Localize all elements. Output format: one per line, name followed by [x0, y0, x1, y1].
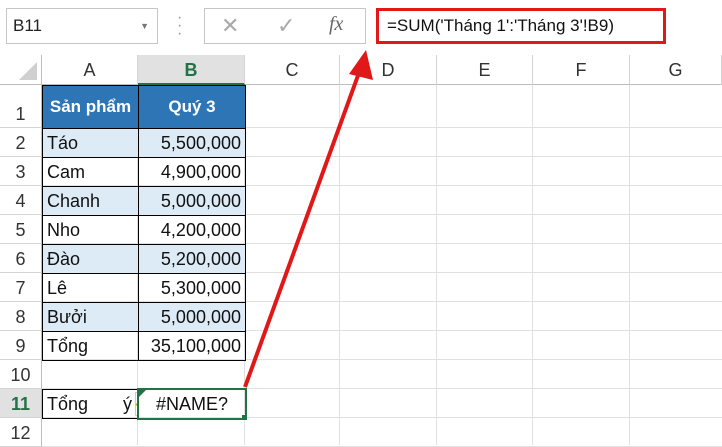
annotation-arrow — [243, 50, 373, 388]
